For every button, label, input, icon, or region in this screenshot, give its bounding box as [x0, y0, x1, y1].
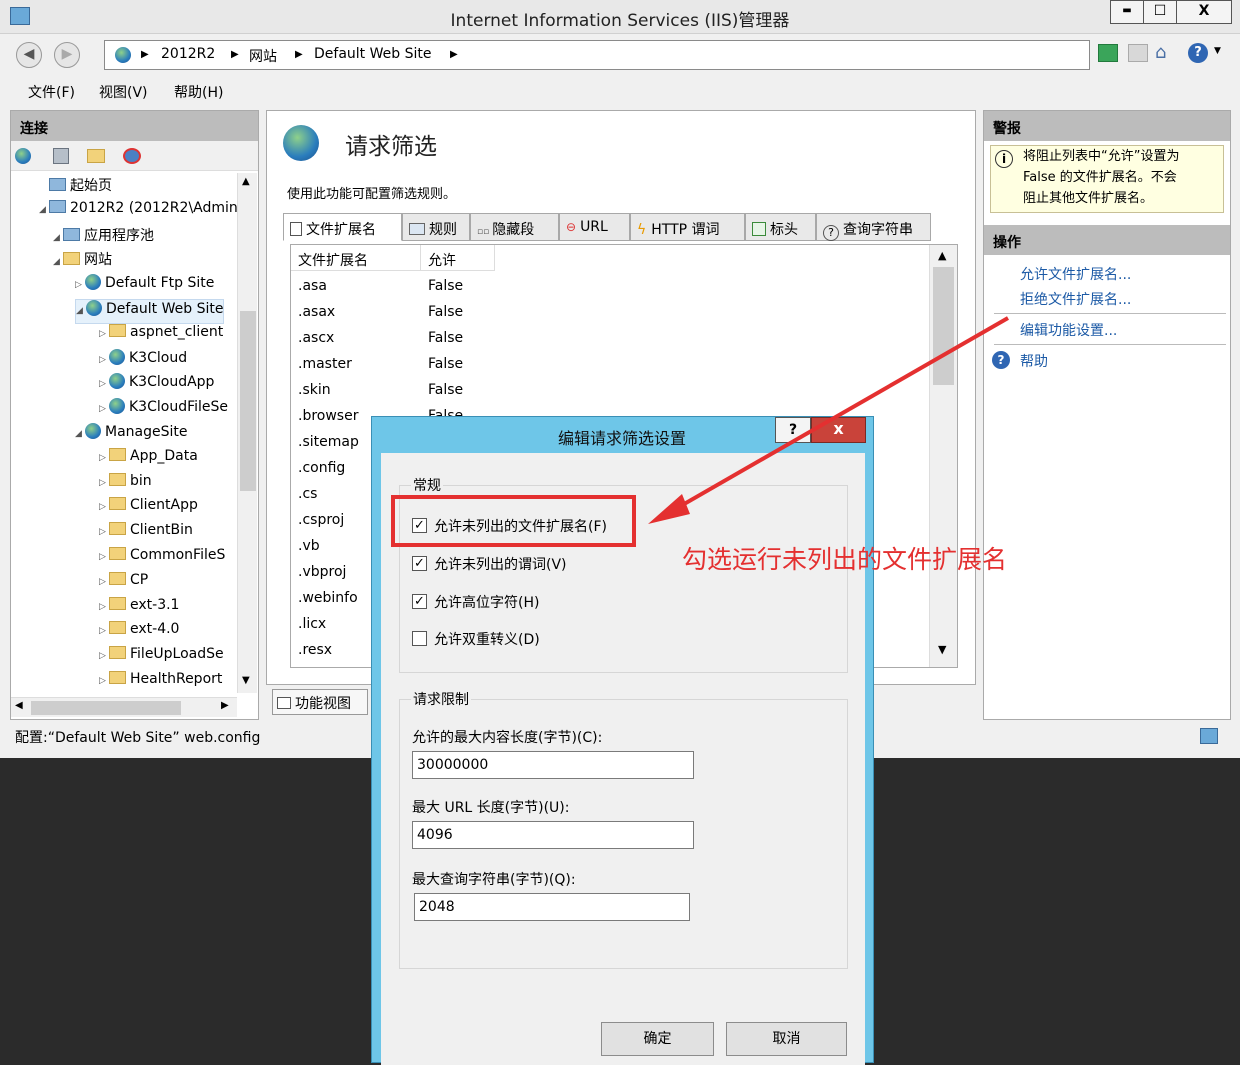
annotation-text: 勾选运行未列出的文件扩展名: [682, 545, 1008, 574]
arrow-head: [648, 494, 690, 524]
arrow-shaft: [664, 316, 1009, 517]
annotation-arrow: [648, 316, 1009, 524]
